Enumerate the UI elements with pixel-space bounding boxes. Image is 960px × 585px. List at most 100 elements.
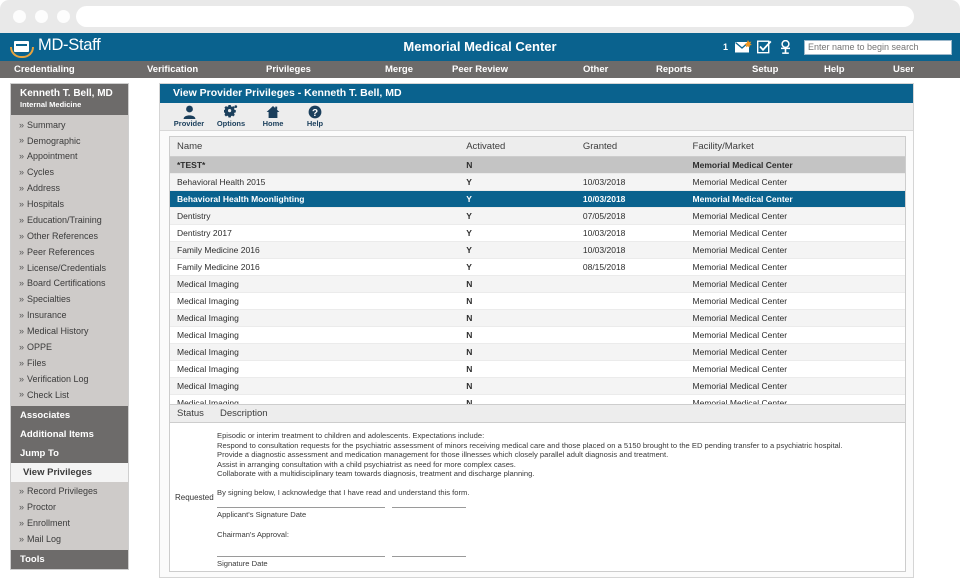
sidebar-item-jump-to[interactable]: Jump To — [11, 444, 128, 463]
sidebar: Kenneth T. Bell, MD Internal Medicine Su… — [10, 83, 129, 570]
nav-item-verification[interactable]: Verification — [147, 64, 198, 75]
table-row[interactable]: Medical ImagingNMemorial Medical Center — [170, 327, 905, 344]
nav-item-reports[interactable]: Reports — [656, 64, 692, 75]
cell-name: Medical Imaging — [170, 327, 459, 344]
table-row[interactable]: Family Medicine 2016Y08/15/2018Memorial … — [170, 259, 905, 276]
applicant-signature-line[interactable] — [217, 507, 385, 508]
toolbar-home-button[interactable]: Home — [255, 105, 291, 128]
sidebar-group-primary: SummaryDemographicAppointmentCyclesAddre… — [11, 115, 128, 406]
nav-item-credentialing[interactable]: Credentialing — [14, 64, 75, 75]
column-header-facility[interactable]: Facility/Market — [686, 137, 905, 157]
sidebar-item-other-references[interactable]: Other References — [11, 228, 128, 244]
sidebar-item-record-privileges[interactable]: Record Privileges — [11, 484, 128, 500]
sidebar-item-demographic[interactable]: Demographic — [11, 133, 128, 149]
sidebar-item-medical-history[interactable]: Medical History — [11, 323, 128, 339]
cell-granted: 10/03/2018 — [576, 242, 686, 259]
close-dot[interactable] — [13, 10, 26, 23]
sidebar-item-files[interactable]: Files — [11, 355, 128, 371]
sidebar-item-hospitals[interactable]: Hospitals — [11, 196, 128, 212]
table-header-row: Name Activated Granted Facility/Market — [170, 137, 905, 157]
sidebar-item-specialties[interactable]: Specialties — [11, 292, 128, 308]
maximize-dot[interactable] — [57, 10, 70, 23]
cell-granted: 07/05/2018 — [576, 208, 686, 225]
sidebar-item-mail-log[interactable]: Mail Log — [11, 531, 128, 547]
description-text: Episodic or interim treatment to childre… — [217, 423, 905, 571]
lamp-icon[interactable] — [779, 40, 794, 54]
table-row[interactable]: Medical ImagingNMemorial Medical Center — [170, 378, 905, 395]
cell-granted: 10/03/2018 — [576, 225, 686, 242]
svg-text:?: ? — [312, 108, 318, 119]
nav-item-help[interactable]: Help — [824, 64, 845, 75]
table-row[interactable]: Medical ImagingNMemorial Medical Center — [170, 293, 905, 310]
cell-granted: 10/03/2018 — [576, 191, 686, 208]
applicant-date-line[interactable] — [392, 507, 466, 508]
acknowledge-line: By signing below, I acknowledge that I h… — [217, 488, 899, 498]
sidebar-item-view-privileges[interactable]: View Privileges — [11, 463, 128, 482]
table-row[interactable]: Family Medicine 2016Y10/03/2018Memorial … — [170, 242, 905, 259]
table-row[interactable]: Medical ImagingNMemorial Medical Center — [170, 361, 905, 378]
nav-item-setup[interactable]: Setup — [752, 64, 778, 75]
chairman-date-line[interactable] — [392, 556, 466, 557]
cell-facility: Memorial Medical Center — [686, 327, 905, 344]
nav-item-user[interactable]: User — [893, 64, 914, 75]
description-header: Status Description — [170, 405, 905, 423]
nav-item-privileges[interactable]: Privileges — [266, 64, 311, 75]
table-row[interactable]: Behavioral Health MoonlightingY10/03/201… — [170, 191, 905, 208]
nav-item-other[interactable]: Other — [583, 64, 608, 75]
sidebar-item-proctor[interactable]: Proctor — [11, 500, 128, 516]
sidebar-item-license-credentials[interactable]: License/Credentials — [11, 260, 128, 276]
sidebar-item-summary[interactable]: Summary — [11, 117, 128, 133]
cell-facility: Memorial Medical Center — [686, 242, 905, 259]
table-row[interactable]: *TEST*NMemorial Medical Center — [170, 157, 905, 174]
cell-activated: N — [459, 276, 576, 293]
nav-item-merge[interactable]: Merge — [385, 64, 413, 75]
search-input[interactable] — [804, 40, 952, 55]
table-row[interactable]: Medical ImagingNMemorial Medical Center — [170, 344, 905, 361]
table-row[interactable]: Medical ImagingNMemorial Medical Center — [170, 276, 905, 293]
cell-facility: Memorial Medical Center — [686, 310, 905, 327]
cell-name: Medical Imaging — [170, 378, 459, 395]
cell-name: *TEST* — [170, 157, 459, 174]
nav-item-peer-review[interactable]: Peer Review — [452, 64, 508, 75]
sidebar-item-cycles[interactable]: Cycles — [11, 165, 128, 181]
sidebar-item-associates[interactable]: Associates — [11, 406, 128, 425]
chairman-signature-row — [217, 556, 899, 557]
sidebar-item-additional-items[interactable]: Additional Items — [11, 425, 128, 444]
sidebar-item-education-training[interactable]: Education/Training — [11, 212, 128, 228]
chairman-signature-line[interactable] — [217, 556, 385, 557]
sidebar-item-tools[interactable]: Tools — [11, 550, 128, 569]
tasks-clipboard-icon[interactable] — [757, 40, 772, 54]
column-header-activated[interactable]: Activated — [459, 137, 576, 157]
sidebar-item-insurance[interactable]: Insurance — [11, 308, 128, 324]
sidebar-item-board-certifications[interactable]: Board Certifications — [11, 276, 128, 292]
page-body: Kenneth T. Bell, MD Internal Medicine Su… — [0, 78, 960, 585]
minimize-dot[interactable] — [35, 10, 48, 23]
table-row[interactable]: Dentistry 2017Y10/03/2018Memorial Medica… — [170, 225, 905, 242]
cell-facility: Memorial Medical Center — [686, 259, 905, 276]
sidebar-item-check-list[interactable]: Check List — [11, 387, 128, 403]
table-row[interactable]: DentistryY07/05/2018Memorial Medical Cen… — [170, 208, 905, 225]
sidebar-item-address[interactable]: Address — [11, 181, 128, 197]
address-bar[interactable] — [76, 6, 914, 27]
column-header-name[interactable]: Name — [170, 137, 459, 157]
table-row[interactable]: Medical ImagingN Memorial Medical Center — [170, 310, 905, 327]
toolbar-provider-button[interactable]: Provider — [171, 105, 207, 128]
mail-new-icon[interactable] — [735, 40, 750, 54]
cell-activated: N — [459, 310, 576, 327]
toolbar-options-button[interactable]: Options — [213, 105, 249, 128]
sidebar-item-verification-log[interactable]: Verification Log — [11, 371, 128, 387]
toolbar-provider-label: Provider — [171, 119, 207, 128]
cell-name: Medical Imaging — [170, 310, 459, 327]
sidebar-item-peer-references[interactable]: Peer References — [11, 244, 128, 260]
column-header-granted[interactable]: Granted — [576, 137, 686, 157]
cell-activated: Y — [459, 242, 576, 259]
privileges-grid: Name Activated Granted Facility/Market *… — [169, 136, 906, 432]
cell-activated: Y — [459, 191, 576, 208]
toolbar-help-button[interactable]: ? Help — [297, 105, 333, 128]
sidebar-item-enrollment[interactable]: Enrollment — [11, 516, 128, 532]
cell-name: Medical Imaging — [170, 344, 459, 361]
cell-name: Behavioral Health Moonlighting — [170, 191, 459, 208]
table-row[interactable]: Behavioral Health 2015Y10/03/2018Memoria… — [170, 174, 905, 191]
sidebar-item-appointment[interactable]: Appointment — [11, 149, 128, 165]
sidebar-item-oppe[interactable]: OPPE — [11, 339, 128, 355]
